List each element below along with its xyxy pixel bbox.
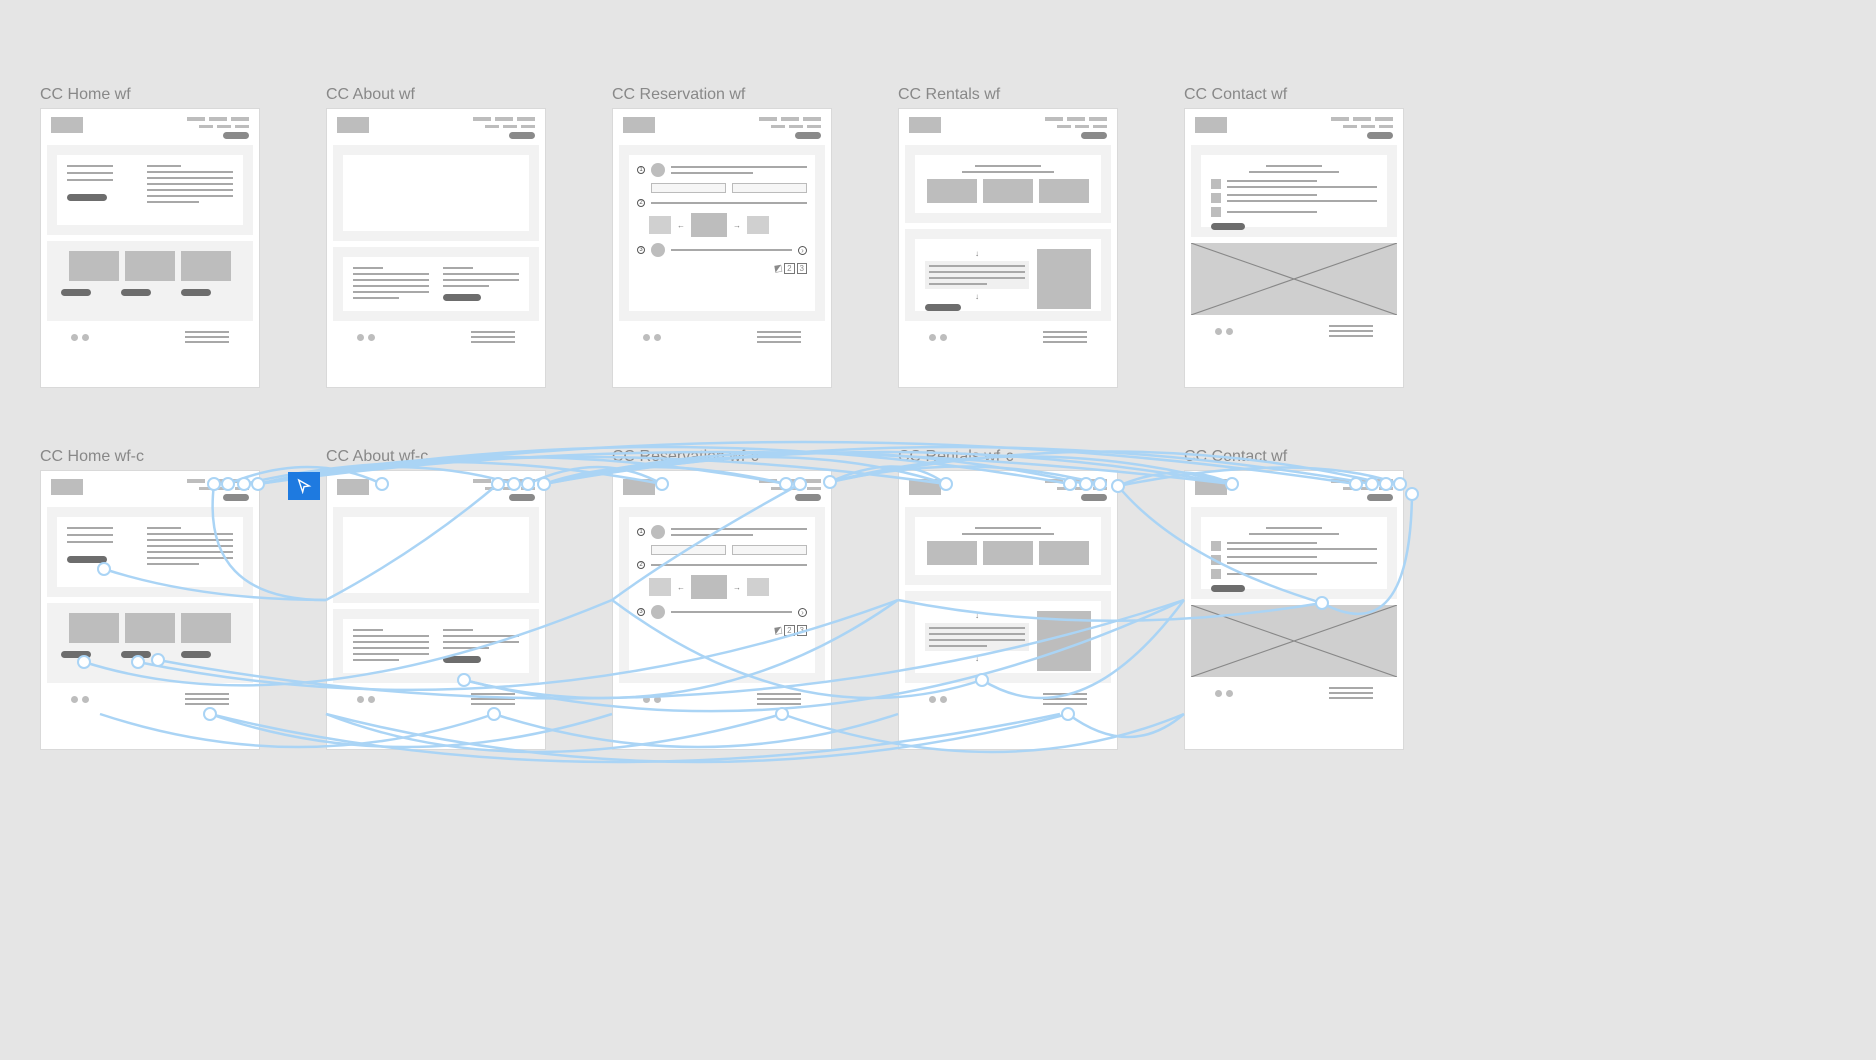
nav-placeholder	[187, 117, 249, 139]
prototype-canvas[interactable]: CC Home wf	[0, 0, 1876, 1060]
footer-placeholder	[899, 321, 1117, 351]
rentals-cards	[905, 145, 1111, 223]
artboard-contact-wf-c[interactable]	[1184, 470, 1404, 750]
artboard-about-wf[interactable]	[326, 108, 546, 388]
cards-section	[47, 241, 253, 321]
two-col-text	[333, 247, 539, 321]
step-1-icon: 1	[637, 166, 645, 174]
artboard-label-rentals-wf-c[interactable]: CC Rentals wf-c	[898, 448, 1014, 466]
artboard-label-contact-wf[interactable]: CC Contact wf	[1184, 86, 1287, 104]
wf-header	[41, 109, 259, 145]
artboard-about-wf-c[interactable]	[326, 470, 546, 750]
artboard-reservation-wf-c[interactable]: 1 2 ←→ 3› ◩23	[612, 470, 832, 750]
prototype-cursor-icon[interactable]	[288, 472, 320, 500]
artboard-reservation-wf[interactable]: 1 2 ← → 3› ◩ 2 3	[612, 108, 832, 388]
steps-form: 1 2 ← → 3› ◩ 2 3	[619, 145, 825, 321]
map-placeholder	[1191, 243, 1397, 315]
hero-image-placeholder	[333, 145, 539, 241]
wf-header	[899, 109, 1117, 145]
artboard-contact-wf[interactable]	[1184, 108, 1404, 388]
footer-placeholder	[613, 321, 831, 351]
artboard-label-rentals-wf[interactable]: CC Rentals wf	[898, 86, 1000, 104]
artboard-label-home-wf[interactable]: CC Home wf	[40, 86, 131, 104]
artboard-label-reservation-wf-c[interactable]: CC Reservation wf-c	[612, 448, 759, 466]
artboard-label-contact-wf-c[interactable]: CC Contact wf	[1184, 448, 1287, 466]
artboard-label-home-wf-c[interactable]: CC Home wf-c	[40, 448, 144, 466]
artboard-rentals-wf[interactable]: ↓ ↓	[898, 108, 1118, 388]
hero-section	[47, 145, 253, 235]
footer-placeholder	[327, 321, 545, 351]
artboard-home-wf[interactable]	[40, 108, 260, 388]
artboard-label-reservation-wf[interactable]: CC Reservation wf	[612, 86, 745, 104]
contact-list	[1191, 145, 1397, 237]
prototype-link-node[interactable]	[1405, 487, 1419, 501]
next-arrow-icon: ›	[798, 246, 807, 255]
logo-placeholder	[51, 117, 83, 133]
wf-header	[327, 109, 545, 145]
wf-header	[1185, 109, 1403, 145]
artboard-home-wf-c[interactable]	[40, 470, 260, 750]
footer-placeholder	[41, 321, 259, 351]
cta-pill	[223, 132, 249, 139]
step-3-icon: 3	[637, 246, 645, 254]
artboard-label-about-wf[interactable]: CC About wf	[326, 86, 415, 104]
rentals-detail: ↓ ↓	[905, 229, 1111, 321]
footer-placeholder	[1185, 315, 1403, 345]
artboard-label-about-wf-c[interactable]: CC About wf-c	[326, 448, 428, 466]
artboard-rentals-wf-c[interactable]: ↓↓	[898, 470, 1118, 750]
step-2-icon: 2	[637, 199, 645, 207]
pagination-dice-icon: ◩ 2 3	[637, 263, 807, 274]
wf-header	[613, 109, 831, 145]
